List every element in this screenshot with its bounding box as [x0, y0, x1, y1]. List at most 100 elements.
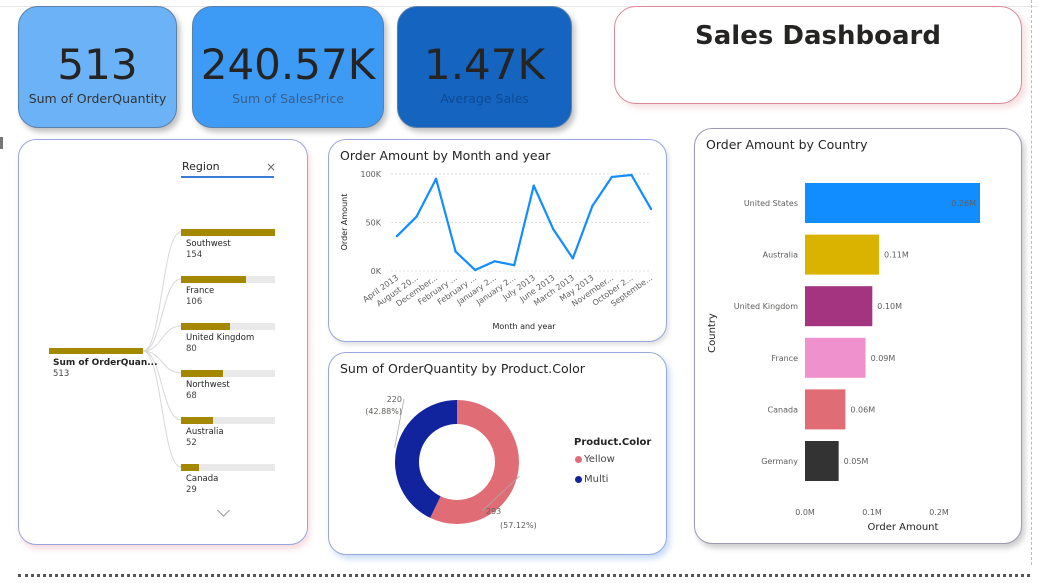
x-axis-title: Order Amount — [868, 522, 939, 533]
line-point — [434, 177, 438, 181]
canvas-edge — [1031, 0, 1033, 565]
y-axis-title: Order Amount — [340, 194, 349, 251]
canvas-bottom-border — [18, 574, 1030, 577]
tree-node-name: France — [186, 286, 215, 296]
legend-item-multi[interactable]: Multi — [575, 474, 608, 485]
y-axis-title: Country — [707, 313, 718, 353]
legend-dot — [575, 475, 582, 483]
y-tick-label: United States — [744, 199, 798, 208]
tree-node-name: Canada — [186, 474, 219, 484]
tree-node-value: 68 — [186, 391, 197, 401]
y-tick-label: 50K — [366, 219, 382, 228]
kpi-label: Sum of OrderQuantity — [28, 91, 167, 106]
legend-dot — [575, 455, 582, 463]
y-tick-label: 100K — [360, 170, 381, 179]
tree-node-value: 29 — [186, 485, 197, 495]
legend-label: Yellow — [584, 454, 615, 465]
donut-value-label: 220 — [387, 395, 402, 404]
tree-node[interactable]: Northwest 68 — [181, 370, 275, 410]
tree-node-name: United Kingdom — [186, 333, 255, 343]
x-tick-label: 0.2M — [929, 508, 949, 517]
legend-label: Multi — [584, 474, 609, 485]
x-tick-label: 0.0M — [795, 508, 815, 517]
bar-chart-visual[interactable]: Order Amount by Country United States 0.2… — [694, 128, 1022, 544]
kpi-value: 513 — [57, 40, 138, 89]
tree-node[interactable]: Australia 52 — [181, 417, 275, 457]
line-point — [395, 234, 399, 238]
tree-node-name: Southwest — [186, 239, 231, 249]
line-point — [513, 263, 516, 267]
tree-node-name: Australia — [186, 427, 224, 437]
data-label: 0.11M — [884, 251, 909, 260]
kpi-label: Average Sales — [440, 91, 529, 106]
kpi-label: Sum of SalesPrice — [232, 91, 344, 106]
y-tick-label: France — [771, 354, 798, 363]
bar — [805, 286, 873, 327]
tree-connector — [142, 231, 182, 352]
dashboard-title-card: Sales Dashboard — [614, 6, 1022, 104]
tree-node-bar — [181, 323, 230, 330]
tree-node-value: 80 — [186, 344, 197, 354]
bar-chart: United States 0.26M Australia 0.11M United K… — [707, 183, 980, 533]
data-label: 0.05M — [844, 457, 869, 466]
data-label: 0.26M — [951, 199, 976, 208]
line-chart-visual[interactable]: Order Amount by Month and year 0K 50K 100K… — [328, 139, 667, 342]
donut-percent-label: (42.88%) — [365, 407, 402, 416]
kpi-value: 240.57K — [200, 40, 376, 89]
tree-node-value: 154 — [186, 250, 203, 260]
tree-connector — [142, 350, 182, 468]
tree-node-value: 106 — [186, 297, 203, 307]
line-point — [473, 268, 477, 272]
line-point — [552, 228, 555, 231]
tree-node[interactable]: Canada 29 — [181, 464, 275, 504]
kpi-card-order-quantity[interactable]: 513 Sum of OrderQuantity — [18, 6, 177, 128]
x-tick-label: 0.1M — [862, 508, 882, 517]
line-point — [571, 257, 575, 260]
bar — [805, 389, 846, 430]
bar — [805, 337, 866, 378]
decomposition-tree-visual[interactable]: Region × Sum of OrderQuan... 513 Southwe… — [18, 139, 308, 545]
tree-root-value: 513 — [53, 369, 70, 379]
line-point — [610, 175, 614, 179]
donut-percent-label: (57.12%) — [500, 521, 537, 530]
tree-node[interactable]: Southwest 154 — [181, 229, 275, 269]
y-tick-label: United Kingdom — [734, 302, 798, 311]
legend-title: Product.Color — [574, 437, 652, 448]
data-label: 0.09M — [871, 354, 896, 363]
y-tick-label: 0K — [371, 267, 382, 276]
kpi-card-sales-price[interactable]: 240.57K Sum of SalesPrice — [192, 6, 384, 128]
line-chart: 0K50K100KApril 2013August 20...December.… — [340, 170, 654, 331]
tree-node-value: 52 — [186, 438, 197, 448]
tree-root-name: Sum of OrderQuan... — [53, 358, 158, 368]
line-point — [454, 250, 457, 253]
tree-node-bar — [181, 229, 275, 236]
kpi-card-average-sales[interactable]: 1.47K Average Sales — [397, 6, 572, 128]
tree-node-bar — [181, 464, 199, 471]
tree-node-name: Northwest — [186, 380, 230, 390]
kpi-value: 1.47K — [423, 40, 546, 89]
donut-chart: 293 (57.12%) 220 (42.88%) — [365, 395, 537, 530]
tree-node[interactable]: France 106 — [181, 276, 275, 316]
tree-root-bar[interactable] — [49, 348, 143, 354]
line-point — [591, 204, 594, 208]
donut-value-label: 293 — [486, 507, 501, 516]
legend-item-yellow[interactable]: Yellow — [575, 454, 615, 465]
tree-node[interactable]: United Kingdom 80 — [181, 323, 275, 363]
tree-node-bar — [181, 276, 246, 283]
line-point — [532, 184, 535, 187]
line-point — [415, 215, 418, 218]
donut-chart-visual[interactable]: Sum of OrderQuantity by Product.Color 29… — [328, 352, 667, 555]
x-axis-title: Month and year — [492, 322, 556, 331]
dashboard-title: Sales Dashboard — [695, 21, 941, 51]
tree-node-bar — [181, 370, 223, 377]
y-tick-label: Canada — [768, 405, 799, 414]
line-point — [493, 260, 496, 263]
data-label: 0.10M — [877, 302, 902, 311]
tree-node-bar — [181, 417, 213, 424]
y-tick-label: Germany — [761, 457, 798, 466]
canvas-marker — [0, 137, 3, 149]
bar — [805, 234, 880, 275]
line-point — [630, 173, 633, 177]
line-point — [649, 207, 653, 211]
bar — [805, 441, 839, 481]
